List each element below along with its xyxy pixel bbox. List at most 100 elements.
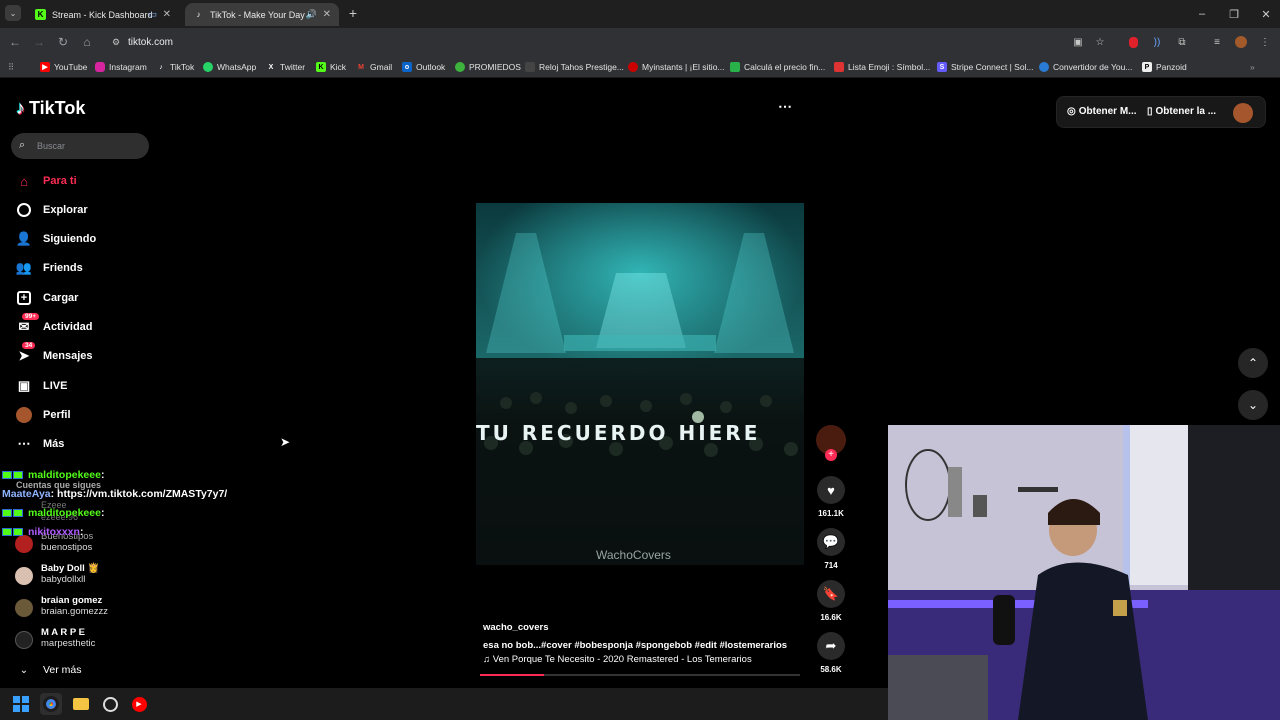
upload-icon: + xyxy=(16,290,32,306)
messages-icon: ➤ 34 xyxy=(16,342,36,364)
more-options-icon[interactable]: ⋯ xyxy=(778,98,792,115)
home-icon: ⌂ xyxy=(20,173,28,189)
nav-upload[interactable]: + Cargar xyxy=(16,288,78,308)
youtube-icon: ▶ xyxy=(40,62,50,72)
close-tab-icon[interactable]: ✕ xyxy=(163,9,171,20)
instagram-icon xyxy=(95,62,105,72)
tiktok-logo[interactable]: ♪ TikTok xyxy=(16,98,85,119)
share-button[interactable]: ➦ 58.6K xyxy=(816,632,846,674)
bookmark-emoji[interactable]: Lista Emoji : Símbol... xyxy=(834,60,930,74)
tab-kick-dashboard[interactable]: K Stream - Kick Dashboard ▭ ✕ xyxy=(27,3,179,26)
bookmark-panzoid[interactable]: P Panzoid xyxy=(1142,60,1187,74)
youtube-taskbar-icon[interactable]: ▶ xyxy=(128,693,150,715)
bookmark-kick[interactable]: K Kick xyxy=(316,60,346,74)
tab-tiktok[interactable]: ♪ TikTok - Make Your Day 🔊 ✕ xyxy=(185,3,339,26)
search-input[interactable]: ⌕ Buscar xyxy=(11,133,149,159)
heart-icon: ♥ xyxy=(817,476,845,504)
install-app-icon[interactable]: ▣ xyxy=(1071,35,1085,49)
convertidor-icon xyxy=(1039,62,1049,72)
messages-badge: 34 xyxy=(22,342,36,349)
home-icon[interactable]: ⌂ xyxy=(79,34,95,50)
nav-more[interactable]: ⋯ Más xyxy=(16,434,65,454)
chat-message: nikitoxxxn : xyxy=(2,526,83,538)
live-icon: ▣ xyxy=(17,378,31,393)
bookmark-instagram[interactable]: Instagram xyxy=(95,60,147,74)
new-tab-button[interactable]: + xyxy=(345,5,361,21)
close-window-icon[interactable]: ✕ xyxy=(1250,0,1280,28)
extension-audio-icon[interactable]: )) xyxy=(1150,35,1164,49)
nav-activity[interactable]: ✉ 99+ Actividad xyxy=(16,313,93,337)
get-coins-button[interactable]: ◎ Obtener M... xyxy=(1067,106,1137,117)
bookmark-star-icon[interactable]: ☆ xyxy=(1093,35,1107,49)
follow-plus-icon[interactable]: + xyxy=(825,449,837,461)
like-button[interactable]: ♥ 161.1K xyxy=(816,476,846,518)
bookmark-twitter[interactable]: X Twitter xyxy=(266,60,305,74)
x-icon: X xyxy=(268,63,274,71)
user-avatar[interactable] xyxy=(1233,103,1253,123)
site-info-icon[interactable]: ⚙ xyxy=(112,37,120,48)
nav-messages[interactable]: ➤ 34 Mensajes xyxy=(16,342,93,366)
see-more-button[interactable]: ⌄ Ver más xyxy=(16,660,82,680)
bookmark-whatsapp[interactable]: WhatsApp xyxy=(203,60,256,74)
video-progress-bar[interactable] xyxy=(480,674,800,676)
reload-icon[interactable]: ↻ xyxy=(55,34,71,50)
video-author[interactable]: wacho_covers xyxy=(483,622,548,633)
nav-for-you[interactable]: ⌂ Para ti xyxy=(16,171,77,191)
save-button[interactable]: 🔖 16.6K xyxy=(816,580,846,622)
nav-following[interactable]: 👤 Siguiendo xyxy=(16,229,96,249)
previous-video-button[interactable]: ⌃ xyxy=(1238,348,1268,378)
extensions-icon[interactable]: ⧉ xyxy=(1175,35,1189,49)
apps-icon[interactable]: ⠿ xyxy=(8,60,14,74)
get-app-button[interactable]: ▯ Obtener la ... xyxy=(1147,106,1216,117)
bookmark-calcula[interactable]: Calculá el precio fin... xyxy=(730,60,825,74)
friends-icon: 👥 xyxy=(15,260,33,275)
video-watermark: WachoCovers xyxy=(596,548,671,562)
bookmark-icon: 🔖 xyxy=(817,580,845,608)
tab-search-button[interactable]: ⌄ xyxy=(5,5,21,21)
forward-icon[interactable]: → xyxy=(31,34,47,50)
bookmark-gmail[interactable]: M Gmail xyxy=(356,60,392,74)
obs-taskbar-icon[interactable] xyxy=(99,693,121,715)
bookmark-tiktok[interactable]: ♪ TikTok xyxy=(156,60,194,74)
minimize-icon[interactable]: – xyxy=(1186,0,1218,28)
file-explorer-icon[interactable] xyxy=(70,693,92,715)
following-icon: 👤 xyxy=(15,231,33,246)
reloj-icon xyxy=(525,62,535,72)
bookmark-stripe[interactable]: S Stripe Connect | Sol... xyxy=(937,60,1034,74)
more-bookmarks-icon[interactable]: » xyxy=(1250,60,1255,74)
account-item[interactable]: braian gomez braian.gomezzz xyxy=(15,595,108,617)
extension-red-icon[interactable] xyxy=(1126,35,1140,49)
back-icon[interactable]: ← xyxy=(7,34,23,50)
menu-icon[interactable]: ⋮ xyxy=(1258,35,1272,49)
profile-avatar xyxy=(16,407,32,423)
bookmark-outlook[interactable]: o Outlook xyxy=(402,60,445,74)
bookmark-promiedos[interactable]: PROMIEDOS xyxy=(455,60,521,74)
nav-live[interactable]: ▣ LIVE xyxy=(16,376,68,396)
nav-profile[interactable]: Perfil xyxy=(16,405,71,425)
tiktok-note-icon: ♪ xyxy=(16,98,25,118)
windows-start-icon[interactable] xyxy=(10,693,32,715)
profile-avatar-icon[interactable] xyxy=(1234,35,1248,49)
nav-explore[interactable]: Explorar xyxy=(16,200,88,220)
bookmark-convertidor[interactable]: Convertidor de You... xyxy=(1039,60,1132,74)
bookmark-youtube[interactable]: ▶ YouTube xyxy=(40,60,87,74)
video-player[interactable]: TU RECUERDO HIERE WachoCovers xyxy=(476,203,804,565)
nav-friends[interactable]: 👥 Friends xyxy=(16,258,83,278)
chrome-taskbar-icon[interactable] xyxy=(40,693,62,715)
media-control-icon[interactable]: ≡ xyxy=(1210,35,1224,49)
bookmark-reloj[interactable]: Reloj Tahos Prestige... xyxy=(525,60,624,74)
webcam-overlay xyxy=(888,425,1280,720)
address-bar[interactable]: ⚙ tiktok.com xyxy=(108,31,1068,53)
speaker-icon[interactable]: 🔊 xyxy=(306,9,317,20)
tab-title: TikTok - Make Your Day xyxy=(210,9,305,20)
next-video-button[interactable]: ⌄ xyxy=(1238,390,1268,420)
close-tab-icon[interactable]: ✕ xyxy=(323,9,331,20)
video-music[interactable]: ♫ Ven Porque Te Necesito - 2020 Remaster… xyxy=(483,654,752,665)
tiktok-icon: ♪ xyxy=(159,63,163,71)
account-item[interactable]: M A R P Emarpesthetic xyxy=(15,627,95,649)
bookmark-myinstants[interactable]: Myinstants | ¡El sitio... xyxy=(628,60,725,74)
author-avatar-button[interactable]: + xyxy=(816,425,846,461)
maximize-icon[interactable]: ❐ xyxy=(1218,0,1250,28)
comment-button[interactable]: 💬 714 xyxy=(816,528,846,570)
account-item[interactable]: Baby Doll 👸 babydollxll xyxy=(15,563,99,585)
